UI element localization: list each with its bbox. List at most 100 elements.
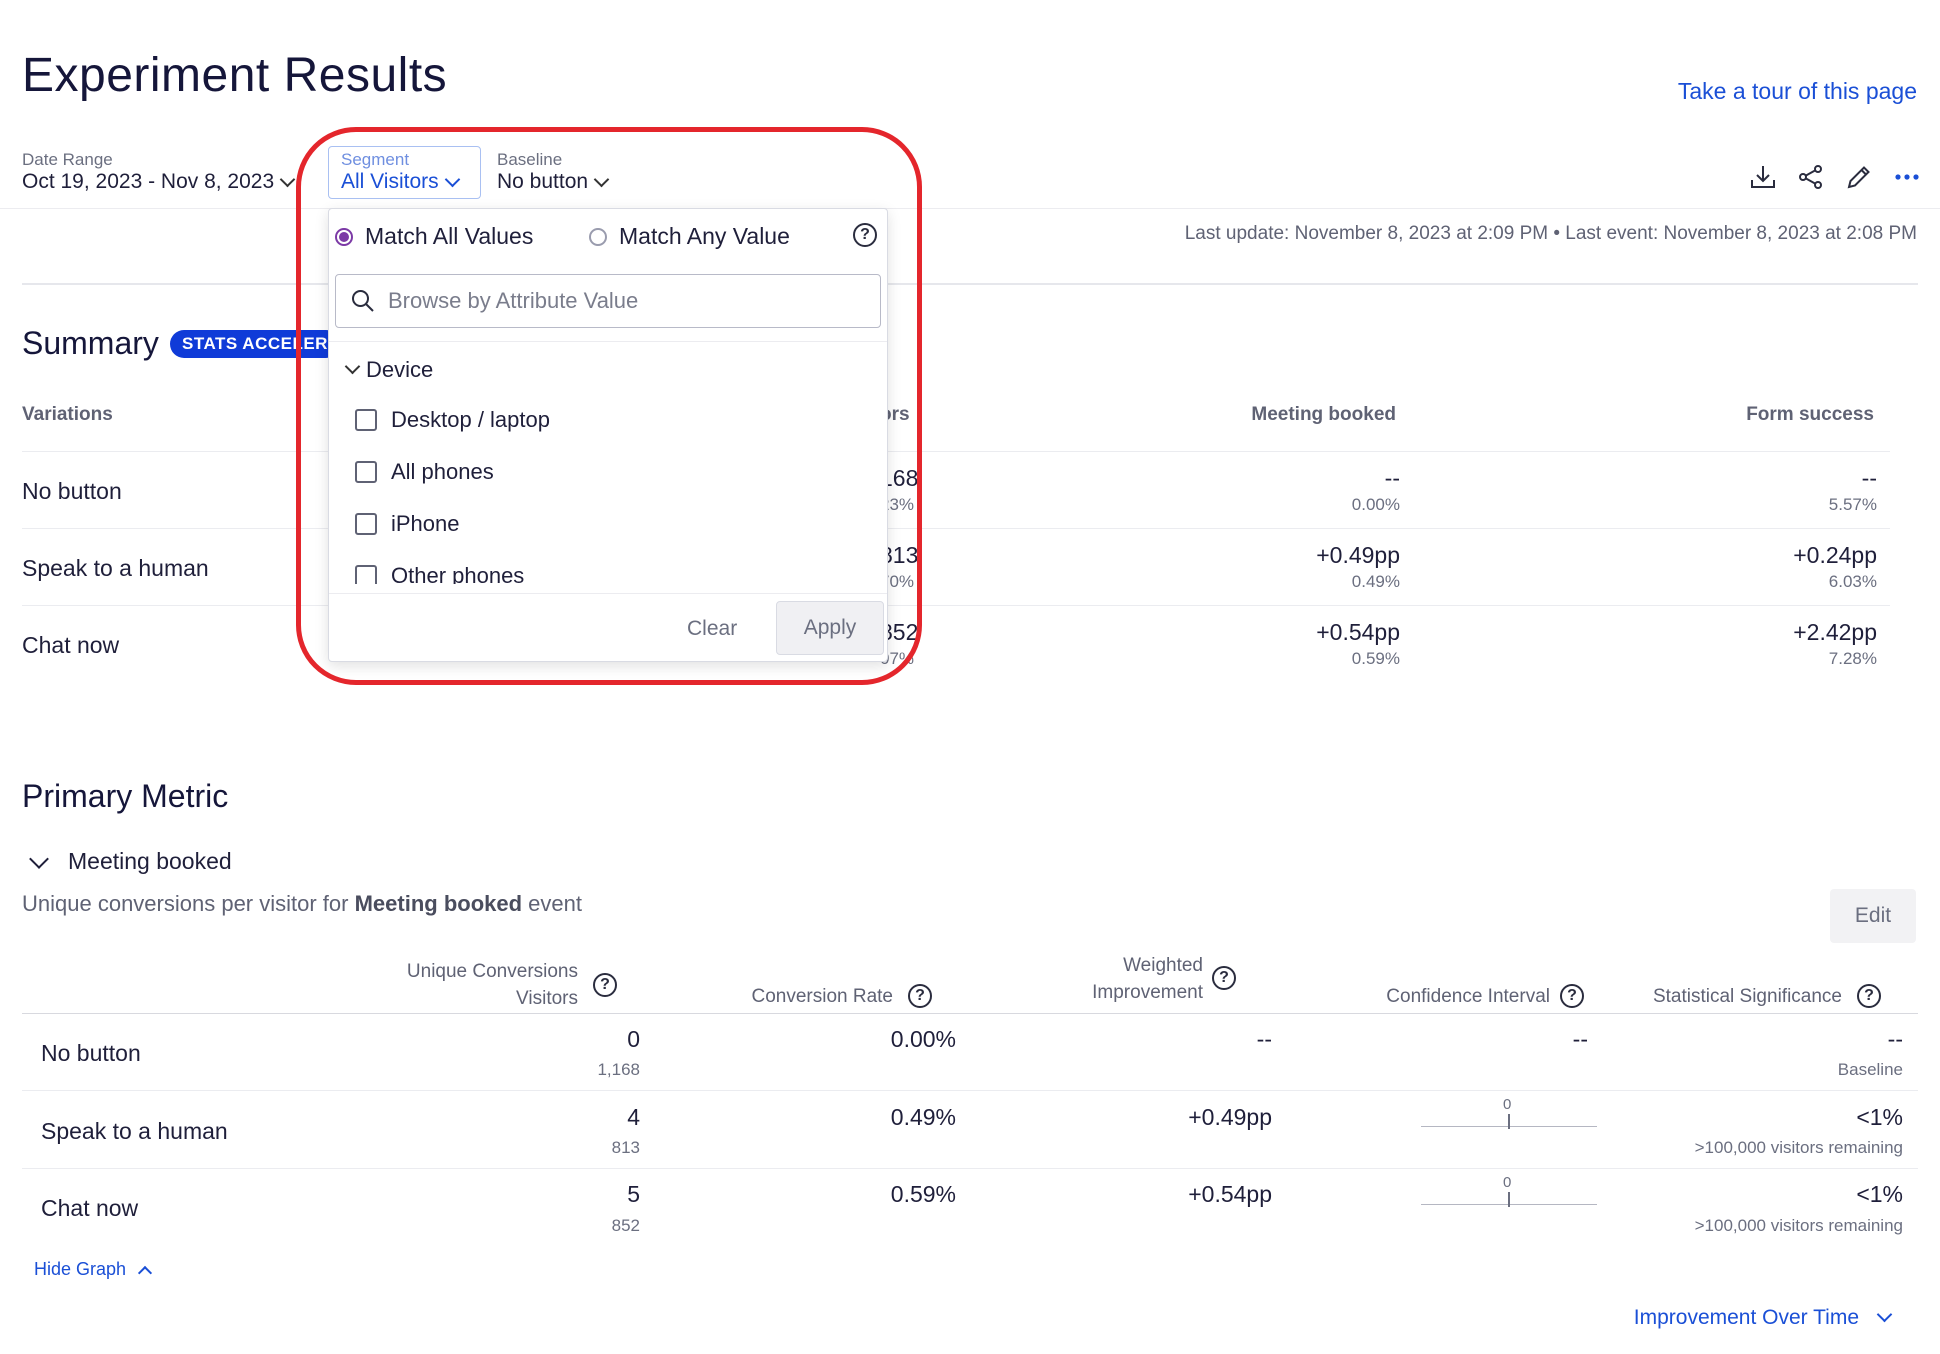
primary-metric-title: Primary Metric — [22, 778, 229, 814]
chevron-down-icon — [1876, 1306, 1893, 1322]
ci-zero-label: 0 — [1503, 1096, 1512, 1113]
summary-row-name: Chat now — [22, 632, 120, 658]
match-all-option[interactable]: Match All Values — [335, 223, 533, 250]
date-range-value: Oct 19, 2023 - Nov 8, 2023 — [22, 170, 275, 193]
pencil-icon[interactable] — [1844, 162, 1874, 192]
edit-button[interactable]: Edit — [1830, 889, 1916, 943]
apply-button[interactable]: Apply — [776, 601, 884, 655]
share-icon[interactable] — [1796, 162, 1826, 192]
hide-graph-link[interactable]: Hide Graph — [34, 1259, 153, 1280]
row-divider — [22, 1168, 1918, 1169]
match-any-label: Match Any Value — [619, 223, 790, 249]
clear-button[interactable]: Clear — [687, 617, 737, 641]
checkbox[interactable] — [355, 409, 377, 431]
metric-visitors: 1,168 — [597, 1060, 640, 1079]
header-divider — [22, 1013, 1918, 1014]
hide-graph-label: Hide Graph — [34, 1259, 127, 1279]
help-icon[interactable]: ? — [1857, 984, 1881, 1008]
attribute-search-field[interactable] — [335, 274, 881, 328]
metric-collapse-toggle[interactable]: Meeting booked — [29, 848, 232, 875]
summary-meeting-improvement: +0.54pp — [1316, 619, 1400, 645]
metric-conversions: 4 — [627, 1104, 640, 1130]
radio-unchecked[interactable] — [589, 227, 607, 246]
summary-row-name: Speak to a human — [22, 555, 209, 581]
help-icon[interactable]: ? — [593, 973, 617, 997]
baseline-value: No button — [497, 170, 589, 193]
metric-weighted-improvement: +0.54pp — [1188, 1181, 1272, 1207]
help-icon[interactable]: ? — [1560, 984, 1584, 1008]
ci-zero-tick — [1508, 1114, 1510, 1129]
attribute-search-input[interactable] — [388, 288, 848, 314]
metric-significance: -- — [1887, 1026, 1903, 1052]
column-header-line: Unique Conversions — [406, 961, 578, 982]
column-variations: Variations — [22, 404, 113, 425]
more-icon[interactable] — [1892, 162, 1922, 192]
summary-form-improvement: +2.42pp — [1793, 619, 1877, 645]
section-divider — [22, 283, 1918, 285]
radio-checked[interactable] — [335, 227, 353, 246]
stats-accelerator-badge: STATS ACCELER — [170, 330, 340, 358]
divider — [329, 593, 887, 594]
column-header-line: Weighted — [1123, 955, 1203, 976]
help-icon[interactable]: ? — [853, 223, 877, 247]
summary-form-improvement: -- — [1861, 465, 1877, 491]
checkbox[interactable] — [355, 513, 377, 535]
segment-value: All Visitors — [341, 170, 439, 193]
summary-title: Summary — [22, 325, 159, 361]
metric-significance-note: Baseline — [1837, 1060, 1903, 1079]
help-icon[interactable]: ? — [908, 984, 932, 1008]
row-divider — [22, 605, 1890, 606]
baseline-filter[interactable]: Baseline No button — [497, 150, 610, 194]
match-all-label: Match All Values — [365, 223, 534, 249]
column-header-line: Visitors — [516, 988, 578, 1009]
summary-form-rate: 5.57% — [1828, 495, 1877, 514]
row-divider — [22, 1090, 1918, 1091]
metric-visitors: 813 — [611, 1138, 640, 1157]
chevron-down-icon — [444, 171, 460, 187]
header-divider — [0, 208, 1940, 209]
help-icon[interactable]: ? — [1212, 966, 1236, 990]
metric-conversion-rate: 0.00% — [890, 1026, 956, 1052]
description-suffix: event — [522, 891, 582, 916]
device-group-toggle[interactable]: Device — [344, 357, 433, 383]
row-divider — [22, 528, 1890, 529]
metric-significance-note: >100,000 visitors remaining — [1694, 1138, 1903, 1157]
metric-significance: <1% — [1856, 1104, 1903, 1130]
summary-form-rate: 7.28% — [1828, 649, 1877, 668]
row-divider — [22, 451, 1890, 452]
segment-dropdown: Match All Values Match Any Value ? Devic… — [328, 208, 888, 662]
device-option-desktop[interactable]: Desktop / laptop — [355, 407, 550, 433]
date-range-filter[interactable]: Date Range Oct 19, 2023 - Nov 8, 2023 — [22, 150, 296, 194]
checkbox[interactable] — [355, 461, 377, 483]
chevron-down-icon — [344, 358, 361, 374]
ci-zero-tick — [1508, 1192, 1510, 1207]
tour-link[interactable]: Take a tour of this page — [1678, 78, 1917, 105]
column-confidence-interval: Confidence Interval — [1386, 986, 1550, 1007]
summary-meeting-rate: 0.49% — [1351, 572, 1400, 591]
metric-row-name: Chat now — [41, 1195, 139, 1221]
summary-meeting-rate: 0.00% — [1351, 495, 1400, 514]
metric-weighted-improvement: -- — [1256, 1026, 1272, 1052]
confidence-interval-graph: 0 — [1421, 1096, 1597, 1138]
download-icon[interactable] — [1748, 162, 1778, 192]
column-weighted-improvement: Weighted Improvement — [1092, 952, 1203, 1006]
metric-weighted-improvement: +0.49pp — [1188, 1104, 1272, 1130]
summary-form-improvement: +0.24pp — [1793, 542, 1877, 568]
match-any-option[interactable]: Match Any Value — [589, 223, 790, 250]
segment-label: Segment — [341, 150, 410, 169]
divider — [329, 341, 887, 342]
device-option-all-phones[interactable]: All phones — [355, 459, 494, 485]
search-icon — [352, 290, 374, 312]
chevron-up-icon — [137, 1265, 153, 1280]
device-option-iphone[interactable]: iPhone — [355, 511, 460, 537]
metric-row-name: No button — [41, 1040, 141, 1066]
summary-form-rate: 6.03% — [1828, 572, 1877, 591]
baseline-label: Baseline — [497, 150, 563, 169]
chevron-down-icon — [29, 848, 49, 869]
segment-filter[interactable]: Segment All Visitors — [328, 146, 481, 199]
chevron-down-icon — [279, 171, 296, 187]
improvement-over-time-dropdown[interactable]: Improvement Over Time — [1634, 1306, 1893, 1330]
column-form-success: Form success — [1746, 404, 1874, 425]
metric-visitors: 852 — [611, 1216, 640, 1235]
ci-zero-label: 0 — [1503, 1174, 1512, 1191]
